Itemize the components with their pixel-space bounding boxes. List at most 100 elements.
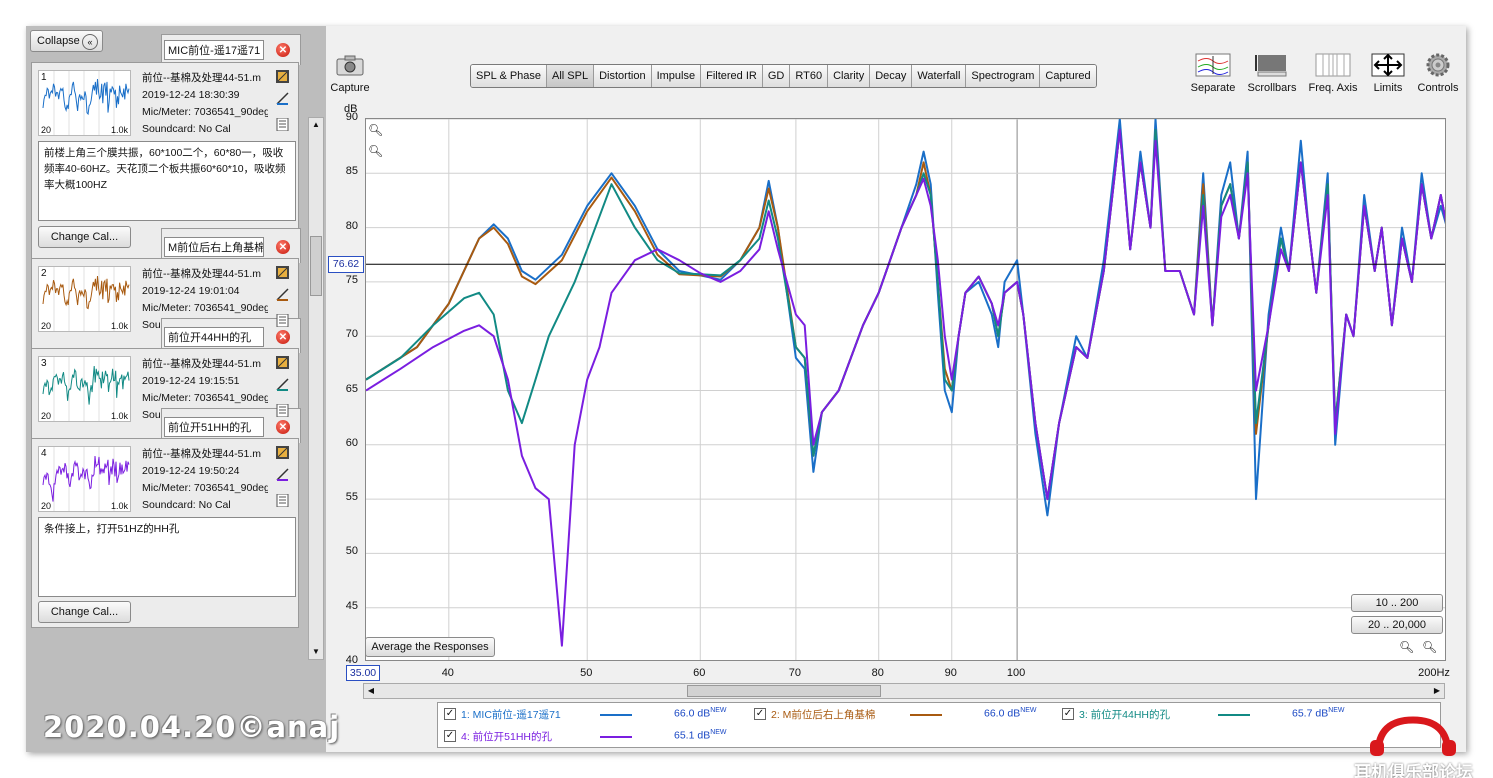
- cursor-value-box: 76.62: [328, 256, 364, 273]
- zoom-out-x-icon[interactable]: 🔍︎: [1422, 640, 1437, 654]
- range-20-20000-button[interactable]: 20 .. 20,000: [1351, 616, 1443, 634]
- line-style-icon[interactable]: [276, 92, 289, 105]
- tab-decay[interactable]: Decay: [870, 65, 913, 87]
- measurement-index: 4: [41, 448, 47, 459]
- legend-panel: ✓ 1: MIC前位-遥17遥71 66.0 dBNEW ✓ 2: M前位后右上角基棉 6…: [437, 702, 1441, 748]
- site-logo-text: 耳机俱乐部论坛: [1354, 763, 1473, 778]
- scroll-left-arrow-icon[interactable]: ◀: [364, 684, 378, 698]
- thumb-x-end: 1.0k: [110, 125, 128, 135]
- separate-icon: [1188, 52, 1238, 78]
- thumb-x-start: 20: [41, 411, 52, 421]
- measurement-thumbnail[interactable]: 1 20 1.0k: [38, 70, 131, 136]
- notes-icon[interactable]: [276, 403, 289, 418]
- measurement-meter: Mic/Meter: 7036541_90deg: [142, 392, 268, 404]
- collapse-button[interactable]: Collapse «: [30, 30, 103, 52]
- collapse-label: Collapse: [37, 35, 80, 47]
- line-style-icon[interactable]: [276, 288, 289, 301]
- zoom-in-icon[interactable]: 🔍︎: [368, 123, 383, 137]
- legend-label: 1: MIC前位-遥17遥71: [461, 709, 561, 721]
- x-tick-label: 90: [944, 667, 957, 679]
- tab-all-spl[interactable]: All SPL: [547, 65, 595, 87]
- measurement-thumbnail[interactable]: 4 20 1.0k: [38, 446, 131, 512]
- x-tick-label: 80: [871, 667, 884, 679]
- legend-value-text: 65.7 dB: [1292, 707, 1329, 720]
- measurement-meta: 前位--基棉及处理44-51.m 2019-12-24 19:50:24 Mic…: [142, 446, 268, 514]
- tab-filtered-ir[interactable]: Filtered IR: [701, 65, 763, 87]
- tab-gd[interactable]: GD: [762, 65, 791, 87]
- legend-checkbox[interactable]: ✓: [444, 708, 456, 720]
- close-measurement-icon[interactable]: ✕: [276, 420, 290, 434]
- tab-captured[interactable]: Captured: [1040, 65, 1096, 87]
- measurement-thumbnail[interactable]: 2 20 1.0k: [38, 266, 131, 332]
- limits-button[interactable]: Limits: [1368, 52, 1408, 94]
- tab-spectrogram[interactable]: Spectrogram: [966, 65, 1041, 87]
- legend-swatch: [910, 714, 942, 716]
- tab-clarity[interactable]: Clarity: [828, 65, 871, 87]
- controls-button[interactable]: Controls: [1416, 52, 1460, 94]
- zoom-in-x-icon[interactable]: 🔍︎: [1399, 640, 1414, 654]
- measurement-name-field[interactable]: MIC前位-遥17遥71: [164, 40, 264, 60]
- average-responses-button[interactable]: Average the Responses: [365, 637, 495, 657]
- measurement-meter: Mic/Meter: 7036541_90deg: [142, 106, 268, 118]
- measurement-name-field[interactable]: 前位开44HH的孔: [164, 327, 264, 347]
- x-tick-label: 40: [441, 667, 454, 679]
- series-line-2: [366, 128, 1445, 501]
- y-tick-label: 70: [345, 328, 358, 341]
- notes-icon[interactable]: [276, 493, 289, 508]
- measurement-notes[interactable]: 条件接上，打开51HZ的HH孔: [38, 517, 296, 597]
- tab-distortion[interactable]: Distortion: [594, 65, 652, 87]
- freq-axis-button[interactable]: Freq. Axis: [1306, 52, 1360, 94]
- measurement-date: 2019-12-24 18:30:39: [142, 89, 240, 101]
- separate-button[interactable]: Separate: [1188, 52, 1238, 94]
- close-measurement-icon[interactable]: ✕: [276, 330, 290, 344]
- change-cal-button[interactable]: Change Cal...: [38, 226, 131, 248]
- scroll-right-arrow-icon[interactable]: ▶: [1430, 684, 1444, 698]
- legend-checkbox[interactable]: ✓: [444, 730, 456, 742]
- measurement-meter: Mic/Meter: 7036541_90deg: [142, 482, 268, 494]
- capture-button[interactable]: Capture: [330, 52, 370, 94]
- palette-icon[interactable]: [276, 356, 289, 369]
- chart-horizontal-scrollbar[interactable]: ◀ ▶: [363, 683, 1445, 699]
- palette-icon[interactable]: [276, 266, 289, 279]
- scroll-thumb[interactable]: [310, 236, 322, 296]
- line-style-icon[interactable]: [276, 378, 289, 391]
- scroll-up-arrow-icon[interactable]: ▲: [309, 118, 323, 132]
- headphone-logo-icon: [1370, 716, 1456, 756]
- scrollbars-icon: [1246, 52, 1298, 78]
- scroll-down-arrow-icon[interactable]: ▼: [309, 645, 323, 659]
- close-measurement-icon[interactable]: ✕: [276, 240, 290, 254]
- x-tick-label: 200Hz: [1418, 667, 1450, 679]
- measurement-meter: Mic/Meter: 7036541_90deg: [142, 302, 268, 314]
- panel-scrollbar[interactable]: ▲ ▼: [308, 117, 324, 660]
- horizontal-scroll-thumb[interactable]: [687, 685, 881, 697]
- scrollbars-button[interactable]: Scrollbars: [1246, 52, 1298, 94]
- line-style-icon[interactable]: [276, 468, 289, 481]
- tab-spl-phase[interactable]: SPL & Phase: [471, 65, 548, 87]
- palette-icon[interactable]: [276, 446, 289, 459]
- palette-icon[interactable]: [276, 70, 289, 83]
- measurement-name-field[interactable]: 前位开51HH的孔: [164, 417, 264, 437]
- legend-label: 3: 前位开44HH的孔: [1079, 709, 1171, 721]
- measurement-thumbnail[interactable]: 3 20 1.0k: [38, 356, 131, 422]
- scrollbars-label: Scrollbars: [1247, 82, 1297, 94]
- spl-chart[interactable]: [365, 118, 1446, 661]
- zoom-out-icon[interactable]: 🔍︎: [368, 144, 383, 158]
- series-line-1: [366, 119, 1445, 517]
- tab-rt60[interactable]: RT60: [790, 65, 829, 87]
- legend-checkbox[interactable]: ✓: [754, 708, 766, 720]
- notes-icon[interactable]: [276, 313, 289, 328]
- tab-impulse[interactable]: Impulse: [651, 65, 702, 87]
- thumb-x-start: 20: [41, 321, 52, 331]
- x-tick-label: 60: [693, 667, 706, 679]
- change-cal-button[interactable]: Change Cal...: [38, 601, 131, 623]
- controls-label: Controls: [1417, 82, 1459, 94]
- legend-checkbox[interactable]: ✓: [1062, 708, 1074, 720]
- measurement-name-field[interactable]: M前位后右上角基棉: [164, 237, 264, 257]
- close-measurement-icon[interactable]: ✕: [276, 43, 290, 57]
- notes-icon[interactable]: [276, 117, 289, 132]
- tab-waterfall[interactable]: Waterfall: [912, 65, 967, 87]
- range-10-200-button[interactable]: 10 .. 200: [1351, 594, 1443, 612]
- measurement-notes[interactable]: 前楼上角三个膜共振，60*100二个，60*80一，吸收频率40-60HZ。天花…: [38, 141, 296, 221]
- x-start-field[interactable]: 35.00: [346, 665, 380, 681]
- measurement-index: 1: [41, 72, 47, 83]
